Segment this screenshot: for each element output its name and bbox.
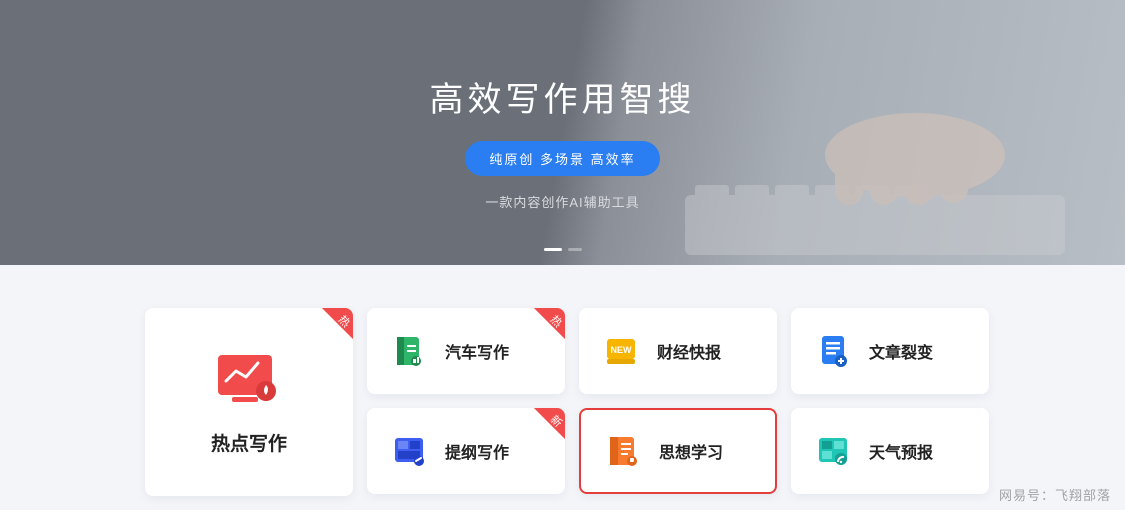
card-思想学习[interactable]: 思想学习 (579, 408, 777, 494)
card-天气预报[interactable]: 天气预报 (791, 408, 989, 494)
svg-text:NEW: NEW (611, 345, 633, 355)
card-文章裂变[interactable]: 文章裂变 (791, 308, 989, 394)
dashboard-icon (813, 431, 853, 471)
layout-icon (389, 431, 429, 471)
card-label: 天气预报 (869, 439, 933, 463)
hero-subtitle: 一款内容创作AI辅助工具 (485, 192, 639, 211)
badge-new: 新 (521, 408, 565, 452)
chart-icon (212, 349, 286, 407)
notebook-icon (603, 431, 643, 471)
card-label: 热点写作 (211, 429, 287, 456)
pager-dot-active[interactable] (544, 248, 562, 251)
card-hot-writing[interactable]: 热 热点写作 (145, 308, 353, 496)
card-label: 文章裂变 (869, 339, 933, 363)
watermark: 网易号：飞翔部落 (999, 485, 1111, 504)
card-label: 提纲写作 (445, 439, 509, 463)
category-grid: 热 热点写作 热汽车写作NEW财经快报文章裂变新提纲写作思想学习天气预报 (145, 308, 989, 496)
card-label: 财经快报 (657, 339, 721, 363)
hero-tagline-pill: 纯原创 多场景 高效率 (465, 141, 659, 176)
pager-dot[interactable] (568, 248, 582, 251)
document-icon (813, 331, 853, 371)
badge-hot: 热 (521, 308, 565, 352)
card-label: 汽车写作 (445, 339, 509, 363)
card-提纲写作[interactable]: 新提纲写作 (367, 408, 565, 494)
card-财经快报[interactable]: NEW 财经快报 (579, 308, 777, 394)
badge-hot: 热 (309, 308, 353, 352)
card-label: 思想学习 (659, 439, 723, 463)
new-tag-icon: NEW (601, 331, 641, 371)
book-icon (389, 331, 429, 371)
hero-background-image (685, 75, 1065, 255)
hero-title: 高效写作用智搜 (430, 72, 696, 121)
hero-banner: 高效写作用智搜 纯原创 多场景 高效率 一款内容创作AI辅助工具 (0, 0, 1125, 265)
card-汽车写作[interactable]: 热汽车写作 (367, 308, 565, 394)
carousel-pager[interactable] (544, 248, 582, 251)
